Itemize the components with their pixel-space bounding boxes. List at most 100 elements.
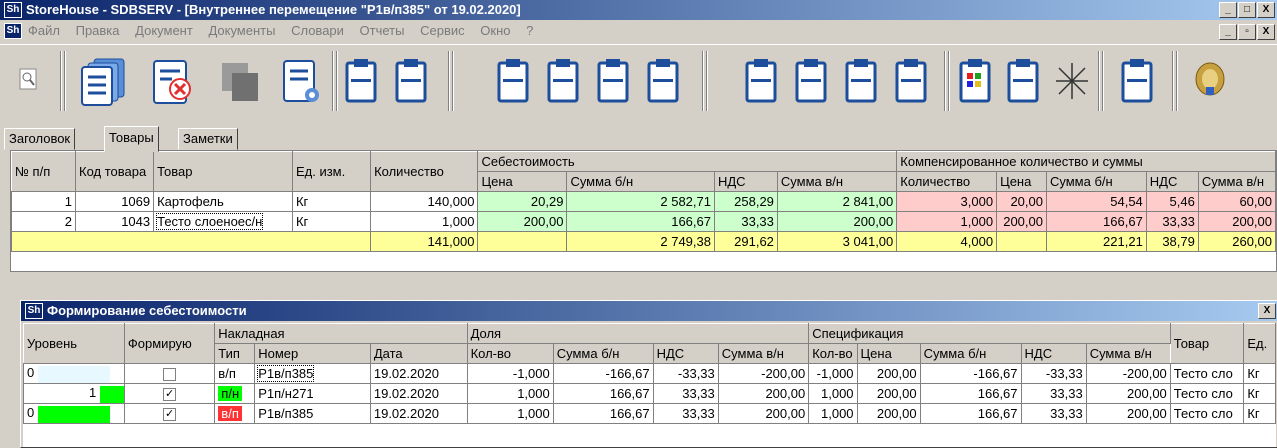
- child-close-button[interactable]: X: [1257, 24, 1275, 40]
- col-price[interactable]: Цена: [477, 171, 568, 192]
- cell-s-sum-v[interactable]: -200,00: [717, 363, 810, 384]
- forming-checkbox[interactable]: ✓: [163, 407, 177, 421]
- clipboard-icon[interactable]: [744, 57, 778, 103]
- cell-vat[interactable]: 33,33: [713, 211, 778, 232]
- cell-num[interactable]: 2: [11, 211, 76, 232]
- cell-price[interactable]: 200,00: [477, 211, 568, 232]
- tab-notes[interactable]: Заметки: [178, 128, 238, 150]
- menu-service[interactable]: Сервис: [420, 23, 465, 38]
- cell-qty[interactable]: 1,000: [370, 211, 479, 232]
- col-item[interactable]: Товар: [153, 151, 293, 192]
- cell-item[interactable]: Тесто сло: [1169, 363, 1245, 384]
- close-button[interactable]: X: [1257, 2, 1275, 18]
- menu-file[interactable]: Файл: [28, 23, 60, 38]
- clipboard-icon[interactable]: [496, 57, 530, 103]
- copy-icon[interactable]: [214, 55, 264, 107]
- cell-level[interactable]: 1: [23, 383, 125, 404]
- preview-icon[interactable]: [14, 55, 44, 107]
- forming-checkbox[interactable]: [163, 367, 177, 381]
- table-row[interactable]: 1 1069 Картофель Кг 140,000 20,29 2 582,…: [11, 191, 1277, 212]
- cell-price[interactable]: 20,29: [477, 191, 568, 212]
- cell-c-price[interactable]: 20,00: [996, 191, 1047, 212]
- menu-dictionaries[interactable]: Словари: [291, 23, 344, 38]
- report-clipboard-icon[interactable]: [958, 57, 992, 103]
- cell-c-price[interactable]: 200,00: [996, 211, 1047, 232]
- forming-checkbox[interactable]: ✓: [163, 387, 177, 401]
- cell-p-qty[interactable]: -1,000: [808, 363, 858, 384]
- maximize-button[interactable]: □: [1238, 2, 1256, 18]
- col-s-sum-v[interactable]: Сумма в/н: [717, 343, 810, 364]
- cell-type[interactable]: п/н: [214, 383, 256, 404]
- cell-number[interactable]: Р1в/п385: [254, 363, 371, 384]
- subwindow-close-button[interactable]: X: [1258, 303, 1276, 319]
- cell-forming[interactable]: ✓: [123, 383, 216, 404]
- cell-number[interactable]: Р1в/п385: [254, 403, 371, 424]
- cell-sum-v[interactable]: 200,00: [776, 211, 898, 232]
- col-item[interactable]: Товар: [1169, 323, 1245, 364]
- col-number[interactable]: Номер: [254, 343, 371, 364]
- table-row[interactable]: 1 ✓ п/н Р1п/н271 19.02.2020 1,000 166,67…: [23, 383, 1276, 404]
- cell-level[interactable]: 0: [23, 363, 125, 384]
- col-p-price[interactable]: Цена: [856, 343, 921, 364]
- number-text[interactable]: Р1в/п385: [257, 364, 315, 382]
- documents-icon[interactable]: [76, 55, 132, 107]
- col-code[interactable]: Код товара: [74, 151, 155, 192]
- cell-date[interactable]: 19.02.2020: [369, 403, 468, 424]
- cell-p-sum-v[interactable]: 200,00: [1085, 383, 1171, 404]
- cell-sum-v[interactable]: 2 841,00: [776, 191, 898, 212]
- col-level[interactable]: Уровень: [23, 323, 125, 364]
- minimize-button[interactable]: _: [1219, 2, 1237, 18]
- cell-s-sum-nv[interactable]: 166,67: [552, 403, 654, 424]
- col-num[interactable]: № п/п: [11, 151, 76, 192]
- col-s-vat[interactable]: НДС: [652, 343, 719, 364]
- cell-s-sum-nv[interactable]: 166,67: [552, 383, 654, 404]
- cell-s-vat[interactable]: -33,33: [652, 363, 719, 384]
- cell-p-price[interactable]: 200,00: [856, 363, 921, 384]
- child-minimize-button[interactable]: _: [1219, 24, 1237, 40]
- cell-number[interactable]: Р1п/н271: [254, 383, 371, 404]
- col-sum-nv[interactable]: Сумма б/н: [566, 171, 715, 192]
- col-forming[interactable]: Формирую: [123, 323, 216, 364]
- col-type[interactable]: Тип: [214, 343, 256, 364]
- clipboard-icon[interactable]: [1120, 57, 1154, 103]
- emblem-icon[interactable]: [1190, 57, 1230, 103]
- col-p-sum-nv[interactable]: Сумма б/н: [919, 343, 1022, 364]
- col-qty[interactable]: Количество: [370, 151, 479, 192]
- cell-c-sum-v[interactable]: 200,00: [1197, 211, 1277, 232]
- cell-unit[interactable]: Кг: [1243, 403, 1276, 424]
- cell-vat[interactable]: 258,29: [713, 191, 778, 212]
- cell-s-sum-v[interactable]: 200,00: [717, 383, 810, 404]
- cell-unit[interactable]: Кг: [291, 191, 372, 212]
- clipboard-icon[interactable]: [1006, 57, 1040, 103]
- col-s-qty[interactable]: Кол-во: [466, 343, 554, 364]
- col-c-sum-v[interactable]: Сумма в/н: [1197, 171, 1277, 192]
- clipboard-icon[interactable]: [646, 57, 680, 103]
- col-sum-v[interactable]: Сумма в/н: [776, 171, 898, 192]
- cell-p-vat[interactable]: 33,33: [1020, 383, 1087, 404]
- cell-c-vat[interactable]: 5,46: [1145, 191, 1199, 212]
- cell-p-sum-v[interactable]: 200,00: [1085, 403, 1171, 424]
- col-date[interactable]: Дата: [369, 343, 468, 364]
- child-app-icon[interactable]: Sh: [4, 23, 22, 39]
- cell-unit[interactable]: Кг: [1243, 383, 1276, 404]
- cell-p-vat[interactable]: -33,33: [1020, 363, 1087, 384]
- cell-p-sum-nv[interactable]: -166,67: [919, 363, 1022, 384]
- table-row[interactable]: 0 в/п Р1в/п385 19.02.2020 -1,000 -166,67…: [23, 363, 1276, 384]
- cell-type[interactable]: в/п: [214, 403, 256, 424]
- col-c-price[interactable]: Цена: [996, 171, 1047, 192]
- table-row[interactable]: 2 1043 Тесто слоеноес/н Кг 1,000 200,00 …: [11, 211, 1277, 232]
- cell-c-qty[interactable]: 1,000: [896, 211, 998, 232]
- col-s-sum-nv[interactable]: Сумма б/н: [552, 343, 654, 364]
- col-c-vat[interactable]: НДС: [1145, 171, 1199, 192]
- cell-num[interactable]: 1: [11, 191, 76, 212]
- menu-reports[interactable]: Отчеты: [360, 23, 405, 38]
- cell-c-vat[interactable]: 33,33: [1145, 211, 1199, 232]
- cell-date[interactable]: 19.02.2020: [369, 363, 468, 384]
- col-p-sum-v[interactable]: Сумма в/н: [1085, 343, 1171, 364]
- cell-c-sum-nv[interactable]: 54,54: [1045, 191, 1147, 212]
- cell-s-qty[interactable]: 1,000: [466, 403, 554, 424]
- col-unit[interactable]: Ед.: [1243, 323, 1276, 364]
- cell-type[interactable]: в/п: [214, 363, 256, 384]
- cell-p-price[interactable]: 200,00: [856, 403, 921, 424]
- cell-p-qty[interactable]: 1,000: [808, 383, 858, 404]
